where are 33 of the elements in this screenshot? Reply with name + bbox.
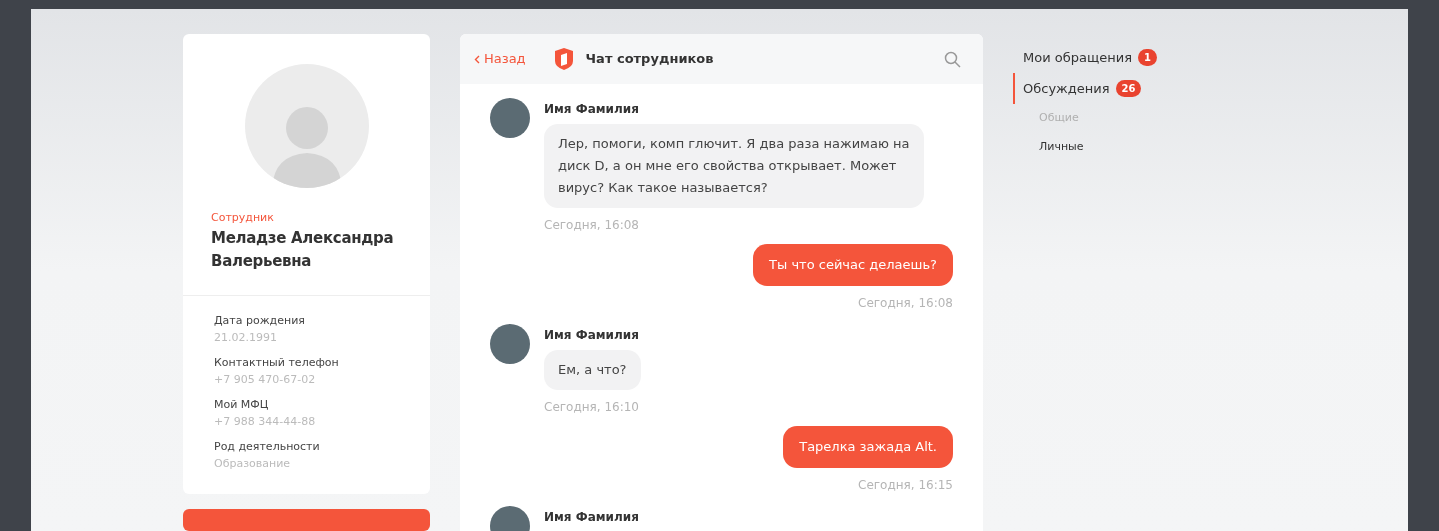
avatar-photo-placeholder xyxy=(490,98,530,138)
field-label: Дата рождения xyxy=(214,312,306,329)
nav-item[interactable]: Обсуждения 26 xyxy=(1013,73,1157,104)
message-bubble: Тарелка зажада Alt. xyxy=(783,426,953,468)
field-label: Контактный телефон xyxy=(214,354,340,371)
field-value: +7 905 470-67-02 xyxy=(214,371,317,388)
field-label: Род деятельности xyxy=(214,438,321,455)
author-name: Имя Фамилия xyxy=(544,509,639,526)
message-time: Сегодня, 16:08 xyxy=(858,295,953,312)
chat-title: Чат сотрудников xyxy=(585,50,714,69)
message-bubble: Ты что сейчас делаешь? xyxy=(753,244,953,286)
avatar-photo-placeholder xyxy=(490,324,530,364)
action-button[interactable] xyxy=(183,508,430,531)
role-label: Сотрудник xyxy=(211,210,275,226)
chevron-left-icon xyxy=(474,54,480,64)
message-time: Сегодня, 16:15 xyxy=(858,477,953,494)
nav-subitem[interactable]: Личные xyxy=(1039,138,1157,155)
field-label: Мой МФЦ xyxy=(214,396,270,413)
logo-icon xyxy=(553,47,574,71)
author-name: Имя Фамилия xyxy=(544,327,639,344)
count-badge: 26 xyxy=(1115,80,1142,97)
search-icon[interactable] xyxy=(944,50,961,68)
field-value: +7 988 344-44-88 xyxy=(214,413,317,430)
message-time: Сегодня, 16:08 xyxy=(544,217,639,234)
message-time: Сегодня, 16:10 xyxy=(544,399,639,416)
nav-item[interactable]: Мои обращения 1 xyxy=(1013,42,1157,73)
field-value: Образование xyxy=(214,455,292,472)
count-badge: 1 xyxy=(1137,49,1157,66)
message-bubble: Ем, а что? xyxy=(544,350,641,390)
message-bubble: Лер, помоги, комп глючит. Я два раза нажимаю на диск D, а он мне его свойства открывает. Может вирус? Как такое называется? xyxy=(544,124,924,208)
field-value: 21.02.1991 xyxy=(214,329,278,346)
employee-name: Меладзе Александра Валерьевна xyxy=(211,227,395,272)
author-name: Имя Фамилия xyxy=(544,101,639,118)
